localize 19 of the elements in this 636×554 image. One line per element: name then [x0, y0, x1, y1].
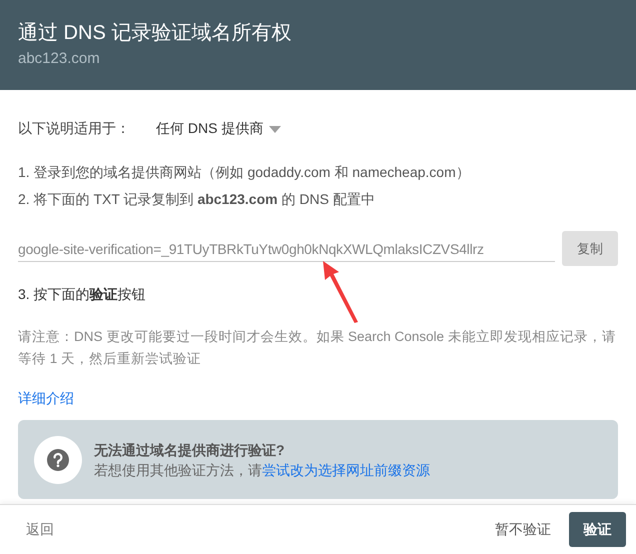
help-icon [34, 436, 82, 484]
txt-record-field[interactable]: google-site-verification=_91TUyTBRkTuYtw0gh0kNqkXWLQmlaksICZVS4llrz [18, 235, 555, 262]
step-text: 1. 登录到您的域名提供商网站（例如 godaddy.com 和 namecheap.com） [18, 164, 470, 182]
skip-button[interactable]: 暂不验证 [485, 512, 561, 546]
back-button[interactable]: 返回 [16, 512, 64, 546]
applies-label: 以下说明适用于： [18, 120, 130, 138]
domain-subtitle: abc123.com [18, 49, 101, 69]
provider-dropdown[interactable]: 任何 DNS 提供商 [156, 120, 282, 138]
help-text: 若想使用其他验证方法，请 [94, 462, 262, 478]
step-text: 2. 将下面的 TXT 记录复制到 abc123.com 的 DNS 配置中 [18, 191, 376, 209]
details-link[interactable]: 详细介绍 [18, 390, 74, 408]
step-text: 3. 按下面的验证按钮 [18, 286, 146, 304]
verify-button[interactable]: 验证 [569, 512, 626, 547]
note-text: 请注意：DNS 更改可能要过一段时间才会生效。如果 Search Console 未能立即发现相应记录，请等待 1 天，然后重新尝试验证 [18, 328, 617, 368]
help-title: 无法通过域名提供商进行验证? [94, 440, 286, 460]
url-prefix-link[interactable]: 尝试改为选择网址前缀资源 [262, 462, 430, 478]
copy-button[interactable]: 复制 [562, 231, 618, 266]
caret-icon [269, 126, 282, 132]
dialog-title: 通过 DNS 记录验证域名所有权 [18, 21, 292, 46]
